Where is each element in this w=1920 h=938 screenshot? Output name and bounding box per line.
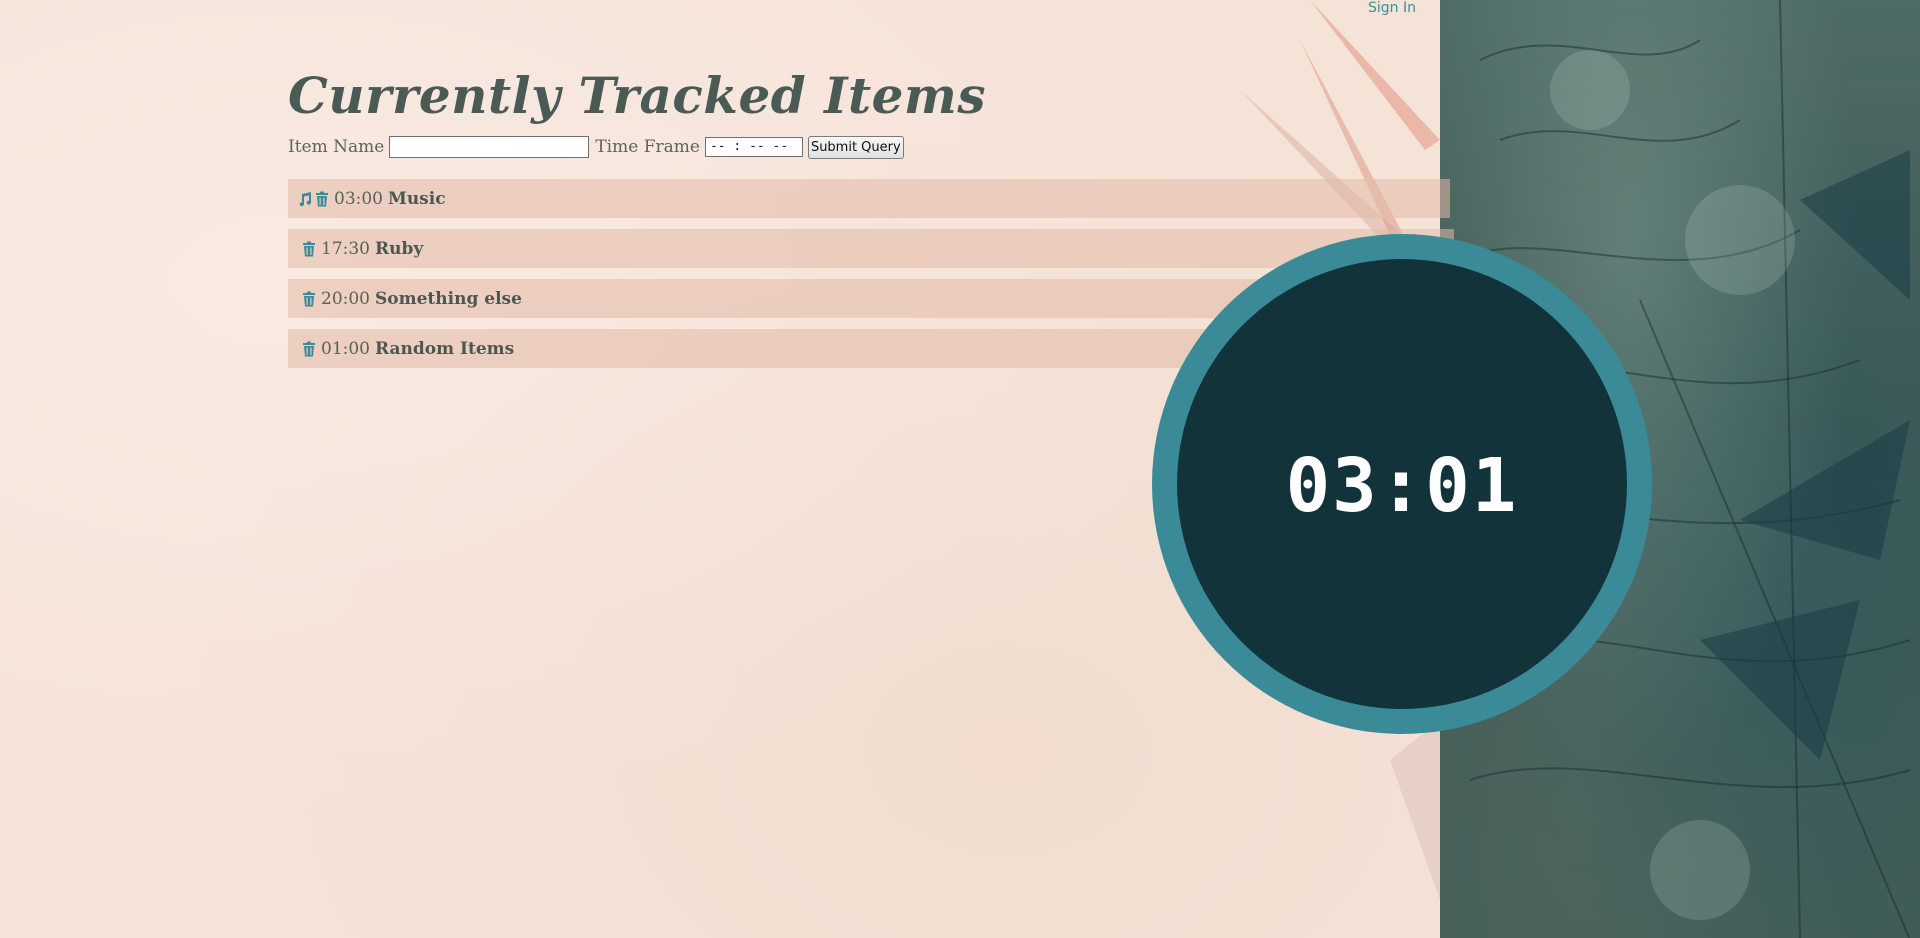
- item-name: Something else: [375, 288, 522, 309]
- page-title: Currently Tracked Items: [288, 66, 986, 125]
- timer-face: 03:01: [1177, 259, 1627, 709]
- countdown-timer: 03:01: [1152, 234, 1652, 734]
- music-note-icon[interactable]: [298, 191, 312, 207]
- item-time: 20:00: [321, 288, 370, 309]
- item-name: Music: [388, 188, 446, 209]
- item-name-label: Item Name: [288, 137, 385, 157]
- list-item[interactable]: 17:30 Ruby: [288, 229, 1454, 268]
- item-name: Ruby: [375, 238, 424, 259]
- item-name-input[interactable]: [389, 136, 590, 158]
- item-time: 01:00: [321, 338, 370, 359]
- trash-icon[interactable]: [302, 291, 316, 307]
- submit-query-button[interactable]: Submit Query: [807, 135, 904, 159]
- time-frame-input[interactable]: -- : -- --: [704, 137, 803, 157]
- list-item[interactable]: 03:00 Music: [288, 179, 1450, 218]
- timer-display: 03:01: [1285, 443, 1519, 529]
- sign-in-link[interactable]: Sign In: [1368, 0, 1416, 16]
- item-name: Random Items: [375, 338, 515, 359]
- trash-icon[interactable]: [302, 241, 316, 257]
- trash-icon[interactable]: [315, 191, 329, 207]
- add-item-form: Item Name Time Frame -- : -- -- Submit Q…: [288, 134, 1440, 160]
- trash-icon[interactable]: [302, 341, 316, 357]
- time-frame-label: Time Frame: [595, 137, 700, 157]
- item-time: 03:00: [334, 188, 383, 209]
- item-time: 17:30: [321, 238, 370, 259]
